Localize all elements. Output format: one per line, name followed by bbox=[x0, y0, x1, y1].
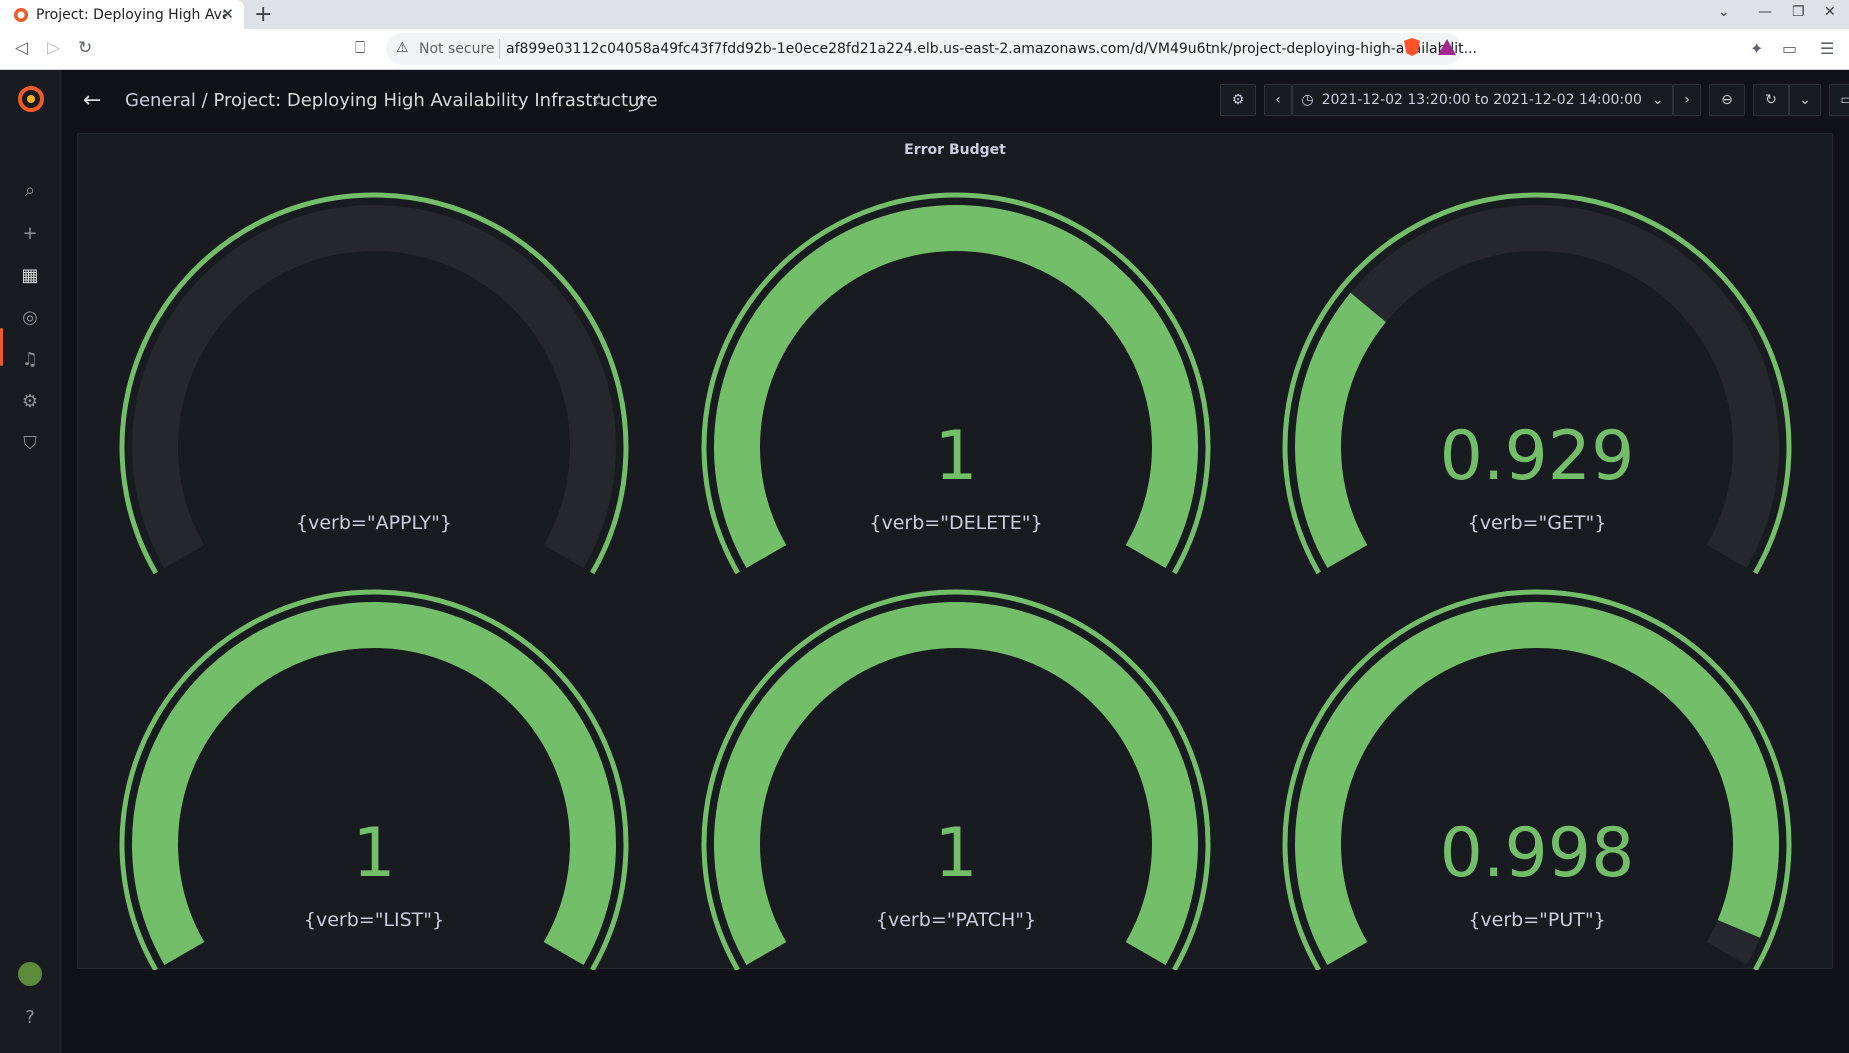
minimize-icon[interactable]: — bbox=[1758, 4, 1772, 20]
gauge-value: 0.929 bbox=[1439, 417, 1635, 496]
refresh-icon: ↻ bbox=[1765, 92, 1777, 108]
clock-icon: ◷ bbox=[1301, 92, 1314, 108]
browser-tab-title: Project: Deploying High Availability Inf… bbox=[36, 6, 226, 23]
explore-icon[interactable]: ◎ bbox=[17, 304, 43, 330]
gauge-value: 0.998 bbox=[1439, 814, 1635, 893]
reload-icon[interactable]: ↻ bbox=[78, 38, 92, 58]
security-label[interactable]: Not secure bbox=[419, 41, 495, 57]
search-icon[interactable]: ⌕ bbox=[17, 177, 43, 203]
gauge-value: 1 bbox=[352, 814, 396, 893]
browser-tab[interactable]: Project: Deploying High Availability Inf… bbox=[0, 0, 244, 29]
browser-toolbar: ◁ ▷ ↻ ⎕ ⚠ Not secure af899e03112c04058a4… bbox=[0, 29, 1849, 70]
active-indicator bbox=[0, 328, 3, 366]
url-text[interactable]: af899e03112c04058a49fc43f7fdd92b-1e0ece2… bbox=[506, 41, 1476, 57]
bookmark-icon[interactable]: ⎕ bbox=[355, 38, 365, 58]
close-tab-icon[interactable]: ✕ bbox=[221, 5, 234, 23]
gauge-label: {verb="LIST"} bbox=[303, 909, 445, 931]
back-arrow-icon[interactable]: ← bbox=[83, 88, 101, 113]
chevron-right-icon: › bbox=[1684, 92, 1690, 108]
zoom-out-button[interactable]: ⊖ bbox=[1709, 84, 1745, 116]
tv-mode-button[interactable]: ▭ bbox=[1829, 84, 1849, 116]
gauge-track bbox=[1295, 205, 1779, 568]
gauge-label: {verb="APPLY"} bbox=[296, 512, 452, 534]
breadcrumb-separator: / bbox=[201, 90, 208, 111]
breadcrumb-folder[interactable]: General bbox=[125, 90, 196, 111]
star-icon[interactable]: ☆ bbox=[591, 90, 607, 111]
gauge-label: {verb="GET"} bbox=[1467, 512, 1607, 534]
gauge-track bbox=[132, 205, 616, 568]
gear-icon: ⚙ bbox=[1231, 92, 1245, 108]
extensions-icon[interactable]: ✦ bbox=[1750, 39, 1763, 58]
zoom-out-icon: ⊖ bbox=[1721, 92, 1733, 108]
chevron-left-icon: ‹ bbox=[1275, 92, 1281, 108]
time-range-label: 2021-12-02 13:20:00 to 2021-12-02 14:00:… bbox=[1321, 92, 1642, 108]
refresh-interval-button[interactable]: ⌄ bbox=[1789, 84, 1821, 116]
dashboards-icon[interactable]: ▦ bbox=[17, 262, 43, 288]
brave-rewards-icon[interactable] bbox=[1438, 39, 1456, 55]
time-shift-back-button[interactable]: ‹ bbox=[1264, 84, 1292, 116]
gauge-fill bbox=[1295, 602, 1779, 965]
time-range-picker[interactable]: ◷ 2021-12-02 13:20:00 to 2021-12-02 14:0… bbox=[1292, 84, 1673, 116]
gauge-value: 1 bbox=[934, 814, 978, 893]
gauge-label: {verb="DELETE"} bbox=[869, 512, 1043, 534]
error-budget-panel[interactable]: Error Budget {verb="APPLY"} 1 {verb="DELET… bbox=[77, 133, 1833, 970]
chevron-down-icon: ⌄ bbox=[1651, 92, 1664, 108]
address-bar[interactable]: ⚠ Not secure af899e03112c04058a49fc43f7f… bbox=[386, 33, 1476, 65]
brave-shields-icon[interactable] bbox=[1404, 38, 1420, 56]
divider bbox=[499, 39, 500, 59]
gauge-label: {verb="PATCH"} bbox=[875, 909, 1037, 931]
plus-icon[interactable]: + bbox=[17, 220, 43, 246]
wallet-icon[interactable]: ▭ bbox=[1782, 39, 1797, 58]
shield-icon[interactable]: ⛉ bbox=[17, 430, 43, 456]
menu-icon[interactable]: ☰ bbox=[1820, 39, 1834, 58]
time-shift-forward-button[interactable]: › bbox=[1673, 84, 1701, 116]
gauge-value: 1 bbox=[934, 417, 978, 496]
monitor-icon: ▭ bbox=[1840, 92, 1849, 108]
bell-icon[interactable]: ♫ bbox=[17, 346, 43, 372]
browser-tab-bar: Project: Deploying High Availability Inf… bbox=[0, 0, 1849, 29]
dashboard-settings-button[interactable]: ⚙ bbox=[1220, 84, 1256, 116]
forward-icon[interactable]: ▷ bbox=[47, 38, 60, 58]
breadcrumb: General / Project: Deploying High Availa… bbox=[125, 90, 658, 111]
help-icon[interactable]: ? bbox=[17, 1004, 43, 1030]
chevron-down-icon: ⌄ bbox=[1799, 92, 1811, 108]
gauge-fill bbox=[714, 205, 1198, 568]
grafana-logo-icon[interactable] bbox=[17, 84, 45, 112]
gauge-label: {verb="PUT"} bbox=[1468, 909, 1606, 931]
new-tab-icon[interactable]: + bbox=[254, 2, 272, 27]
refresh-button[interactable]: ↻ bbox=[1753, 84, 1789, 116]
tab-search-icon[interactable]: ⌄ bbox=[1718, 4, 1730, 20]
gauge-fill bbox=[132, 602, 616, 965]
avatar[interactable] bbox=[18, 962, 42, 986]
close-window-icon[interactable]: ✕ bbox=[1824, 4, 1836, 20]
gauge-fill bbox=[714, 602, 1198, 965]
gear-icon[interactable]: ⚙ bbox=[17, 388, 43, 414]
grafana-sidebar: ⌕ + ▦ ◎ ♫ ⚙ ⛉ ? bbox=[0, 70, 61, 1053]
grafana-favicon-icon bbox=[14, 7, 28, 22]
share-icon[interactable]: ⤴ bbox=[628, 90, 646, 116]
warning-icon: ⚠ bbox=[396, 40, 409, 56]
dashboard-nav: ← General / Project: Deploying High Avai… bbox=[61, 70, 1849, 132]
restore-icon[interactable]: ❐ bbox=[1792, 4, 1805, 20]
back-icon[interactable]: ◁ bbox=[15, 38, 28, 58]
